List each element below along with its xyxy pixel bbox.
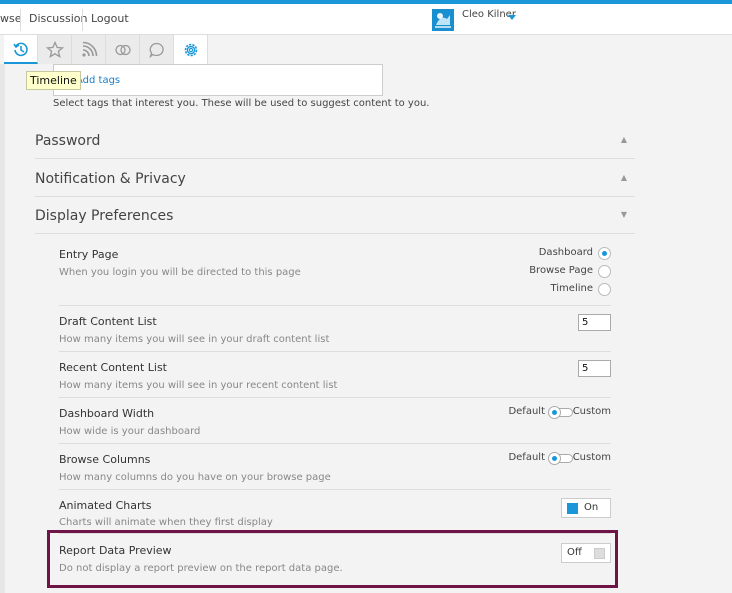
radio-browse-page-label: Browse Page	[529, 265, 593, 276]
section-password[interactable]: Password ▲	[35, 121, 635, 159]
tab-settings[interactable]	[174, 35, 208, 64]
toggle-custom-label: Custom	[572, 452, 611, 463]
pref-dash-width-title: Dashboard Width	[59, 407, 155, 420]
browse-cols-toggle[interactable]: Default Custom	[491, 452, 611, 466]
radio-option-dashboard[interactable]: Dashboard	[491, 246, 611, 262]
pref-anim-charts-title: Animated Charts	[59, 499, 152, 512]
toggle-custom-label: Custom	[572, 406, 611, 417]
tab-favorites[interactable]	[38, 35, 72, 64]
nav-divider	[82, 9, 83, 31]
nav-browse-link[interactable]: wse	[0, 12, 22, 25]
section-notification-privacy[interactable]: Notification & Privacy ▲	[35, 159, 635, 197]
gear-icon	[184, 43, 198, 57]
highlight-frame	[47, 530, 618, 588]
circles-icon	[115, 44, 131, 56]
dash-width-toggle[interactable]: Default Custom	[491, 406, 611, 420]
pref-recent-desc: How many items you will see in your rece…	[59, 380, 338, 391]
pref-browse-columns: Browse Columns How many columns do you h…	[59, 444, 611, 490]
timeline-tooltip: Timeline	[26, 71, 81, 90]
history-icon	[13, 42, 28, 57]
rss-icon	[82, 41, 98, 57]
chevron-up-icon: ▲	[620, 135, 627, 144]
pref-recent-title: Recent Content List	[59, 361, 167, 374]
recent-count-input[interactable]: 5	[578, 360, 611, 377]
radio-browse-page[interactable]	[598, 265, 611, 278]
toggle-default-label: Default	[508, 452, 545, 463]
nav-logout-link[interactable]: Logout	[91, 12, 129, 25]
section-password-title: Password	[35, 133, 101, 149]
tags-hint-text: Select tags that interest you. These wil…	[53, 98, 430, 109]
pref-dashboard-width: Dashboard Width How wide is your dashboa…	[59, 398, 611, 444]
chevron-up-icon: ▲	[620, 173, 627, 182]
section-display-preferences[interactable]: Display Preferences ▼	[35, 196, 635, 234]
radio-dashboard-label: Dashboard	[538, 247, 593, 258]
top-navigation: wse Discussion Logout Cleo Kilner	[0, 4, 732, 35]
chat-icon	[149, 42, 164, 59]
pref-browse-cols-desc: How many columns do you have on your bro…	[59, 472, 331, 483]
icon-tab-bar	[4, 35, 214, 64]
radio-dashboard[interactable]	[598, 247, 611, 260]
tab-feeds[interactable]	[72, 35, 106, 64]
toggle-default-label: Default	[508, 406, 545, 417]
radio-timeline-label: Timeline	[550, 283, 593, 294]
star-icon	[46, 41, 64, 58]
pref-anim-charts-desc: Charts will animate when they first disp…	[59, 517, 273, 528]
radio-timeline[interactable]	[598, 283, 611, 296]
pref-draft-desc: How many items you will see in your draf…	[59, 334, 330, 345]
pref-recent-content-list: Recent Content List How many items you w…	[59, 352, 611, 398]
chevron-down-icon: ▼	[620, 210, 627, 219]
switch-state-label: On	[584, 502, 599, 513]
left-gutter	[0, 64, 5, 593]
tab-discussion[interactable]	[140, 35, 174, 64]
animated-charts-switch[interactable]: On	[561, 498, 611, 518]
toggle-knob[interactable]	[548, 406, 561, 419]
tags-input-box[interactable]: Add tags	[53, 64, 383, 96]
pref-browse-cols-title: Browse Columns	[59, 453, 151, 466]
switch-on-indicator	[567, 503, 578, 514]
draft-count-input[interactable]: 5	[578, 314, 611, 331]
pref-dash-width-desc: How wide is your dashboard	[59, 426, 201, 437]
toggle-track[interactable]	[548, 452, 573, 465]
add-tags-link[interactable]: Add tags	[76, 75, 120, 86]
pref-animated-charts: Animated Charts Charts will animate when…	[59, 490, 611, 534]
chevron-down-icon[interactable]	[508, 15, 516, 20]
tab-groups[interactable]	[106, 35, 140, 64]
nav-discussion-link[interactable]: Discussion	[29, 12, 88, 25]
avatar	[432, 9, 454, 31]
section-notification-title: Notification & Privacy	[35, 171, 186, 187]
pref-entry-page-desc: When you login you will be directed to t…	[59, 267, 301, 278]
pref-draft-title: Draft Content List	[59, 315, 157, 328]
section-display-title: Display Preferences	[35, 208, 174, 224]
toggle-knob[interactable]	[548, 452, 561, 465]
tab-timeline[interactable]	[4, 35, 38, 64]
avatar-image-icon	[432, 9, 454, 31]
radio-option-browse-page[interactable]: Browse Page	[491, 264, 611, 280]
nav-divider	[20, 9, 21, 31]
radio-option-timeline[interactable]: Timeline	[491, 282, 611, 298]
pref-draft-content-list: Draft Content List How many items you wi…	[59, 306, 611, 352]
toggle-track[interactable]	[548, 406, 573, 419]
pref-entry-page: Entry Page When you login you will be di…	[59, 240, 611, 306]
pref-entry-page-title: Entry Page	[59, 248, 119, 261]
